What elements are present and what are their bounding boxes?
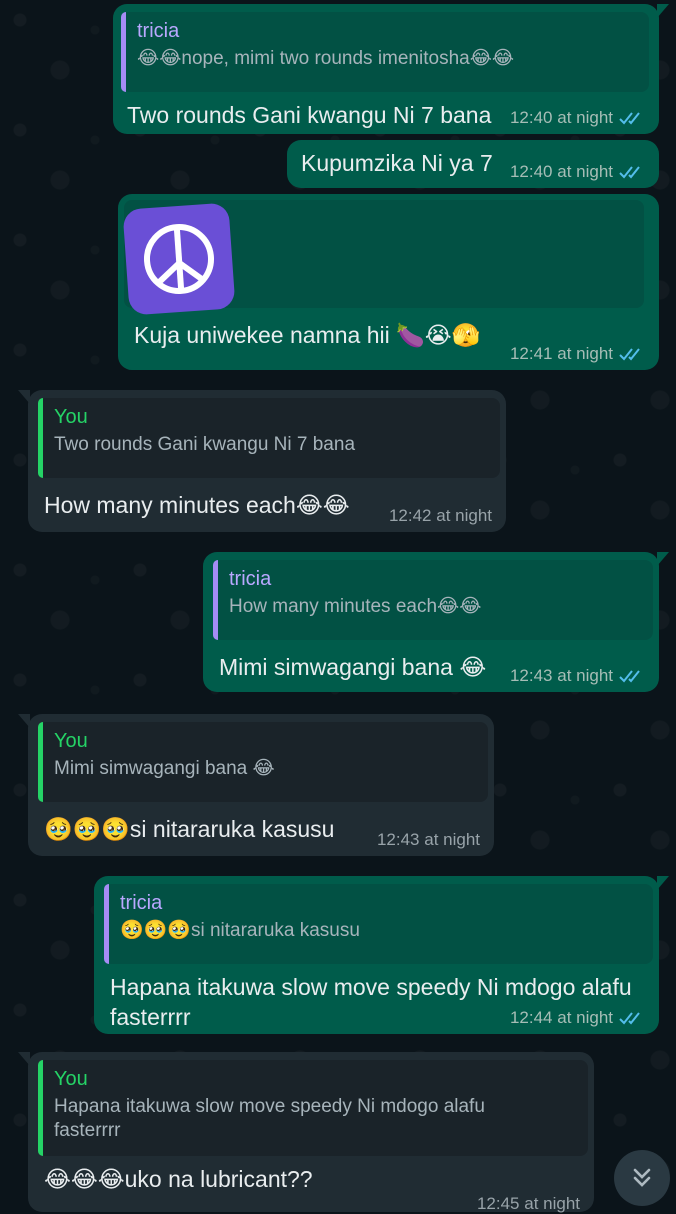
scroll-to-bottom-button[interactable] — [614, 1150, 670, 1206]
quote-author: tricia — [120, 892, 163, 914]
message-meta: 12:40 at night — [510, 108, 645, 128]
message-meta: 12:41 at night — [510, 344, 645, 364]
chevron-double-down-icon — [633, 1168, 651, 1187]
message-text: Kuja uniwekee namna hii 🍆😭🫣 — [134, 322, 481, 348]
quote-author: tricia — [229, 568, 272, 590]
message-time: 12:43 at night — [376, 830, 480, 849]
message-text: 😂😂😂uko na lubricant?? — [44, 1166, 313, 1192]
peace-symbol-sticker — [122, 202, 236, 316]
message-bubble-outgoing[interactable]: Kupumzika Ni ya 7 12:40 at night — [287, 140, 659, 188]
quote-text: 🥹🥹🥹si nitararuka kasusu — [120, 920, 360, 941]
quoted-message[interactable]: You Hapana itakuwa slow move speedy Ni m… — [38, 1060, 588, 1156]
message-meta: 12:42 at night — [389, 506, 492, 526]
message-time: 12:40 at night — [509, 162, 613, 181]
message-bubble-incoming[interactable]: You Mimi simwagangi bana 😂 🥹🥹🥹si nitarar… — [18, 714, 494, 856]
message-time: 12:45 at night — [476, 1194, 580, 1213]
message-text-line: Hapana itakuwa slow move speedy Ni mdogo… — [110, 974, 632, 1000]
double-check-icon — [619, 348, 640, 361]
message-meta: 12:45 at night — [477, 1194, 580, 1214]
message-bubble-outgoing[interactable]: tricia 😂😂nope, mimi two rounds imenitosh… — [113, 4, 669, 134]
quote-text-line: fasterrrr — [54, 1120, 121, 1141]
double-check-icon — [619, 112, 640, 125]
quote-text-line: Hapana itakuwa slow move speedy Ni mdogo… — [54, 1096, 485, 1117]
quoted-message[interactable]: tricia 🥹🥹🥹si nitararuka kasusu — [104, 884, 653, 964]
message-bubble-incoming[interactable]: You Two rounds Gani kwangu Ni 7 bana How… — [18, 390, 506, 532]
quoted-message[interactable]: tricia 😂😂nope, mimi two rounds imenitosh… — [121, 12, 649, 92]
quote-author: tricia — [137, 20, 180, 42]
message-time: 12:44 at night — [509, 1008, 613, 1027]
message-bubble-incoming[interactable]: You Hapana itakuwa slow move speedy Ni m… — [18, 1052, 594, 1214]
message-meta: 12:40 at night — [510, 162, 645, 182]
quoted-message[interactable]: tricia How many minutes each😂😂 — [213, 560, 653, 640]
message-bubble-outgoing[interactable]: tricia 🥹🥹🥹si nitararuka kasusu Hapana it… — [94, 876, 669, 1034]
message-meta: 12:43 at night — [377, 830, 480, 850]
message-meta: 12:44 at night — [510, 1008, 645, 1028]
message-time: 12:40 at night — [509, 108, 613, 127]
double-check-icon — [619, 1012, 640, 1025]
message-meta: 12:43 at night — [510, 666, 645, 686]
message-time: 12:41 at night — [509, 344, 613, 363]
message-time: 12:42 at night — [388, 506, 492, 525]
quoted-message[interactable]: You Mimi simwagangi bana 😂 — [38, 722, 488, 802]
message-bubble-outgoing[interactable]: Kuja uniwekee namna hii 🍆😭🫣 12:41 at nig… — [118, 194, 659, 370]
quote-text: Two rounds Gani kwangu Ni 7 bana — [54, 434, 356, 455]
peace-icon — [144, 224, 214, 294]
quote-author: You — [54, 730, 88, 752]
message-bubble-outgoing[interactable]: tricia How many minutes each😂😂 Mimi simw… — [203, 552, 669, 692]
quoted-sticker-preview[interactable] — [122, 200, 644, 316]
quote-author: You — [54, 1068, 88, 1090]
quote-text: How many minutes each😂😂 — [229, 596, 482, 617]
message-time: 12:43 at night — [509, 666, 613, 685]
double-check-icon — [619, 670, 640, 683]
quoted-message[interactable]: You Two rounds Gani kwangu Ni 7 bana — [38, 398, 500, 478]
double-check-icon — [619, 166, 640, 179]
quote-text: 😂😂nope, mimi two rounds imenitosha😂😂 — [137, 48, 515, 69]
quote-author: You — [54, 406, 88, 428]
quote-text: Mimi simwagangi bana 😂 — [54, 758, 275, 779]
